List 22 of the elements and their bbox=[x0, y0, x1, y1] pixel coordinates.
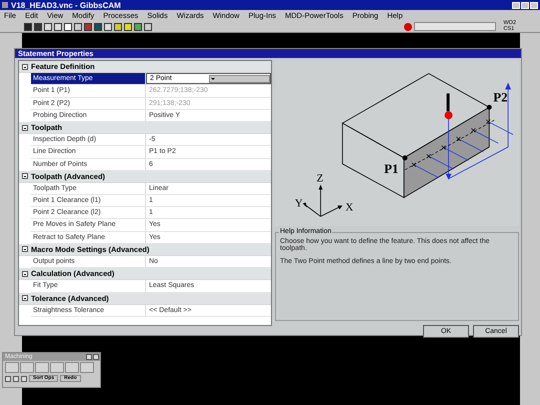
collapse-icon[interactable] bbox=[22, 295, 28, 302]
probe-tip bbox=[444, 111, 453, 120]
minimize-button[interactable] bbox=[86, 354, 92, 360]
collapse-icon[interactable] bbox=[22, 246, 28, 252]
diagram-label: Z bbox=[316, 172, 324, 185]
collapse-icon[interactable] bbox=[22, 270, 28, 277]
diagram-label: P2 bbox=[493, 90, 508, 104]
collapse-icon[interactable] bbox=[22, 64, 28, 70]
close-button[interactable] bbox=[93, 354, 99, 360]
stop-icon[interactable] bbox=[404, 22, 412, 30]
diagram-label: X bbox=[345, 201, 354, 214]
probe-stylus bbox=[446, 93, 450, 112]
window-title: V18_HEAD3.vnc - GibbsCAM bbox=[11, 0, 121, 10]
collapse-icon[interactable] bbox=[22, 124, 28, 131]
restore-button[interactable] bbox=[521, 2, 529, 8]
app-icon bbox=[2, 2, 8, 8]
point-marker bbox=[402, 155, 408, 160]
axis-triad bbox=[302, 184, 342, 217]
collapse-icon[interactable] bbox=[22, 173, 28, 180]
diagram-label: P1 bbox=[384, 162, 398, 176]
point-marker bbox=[486, 104, 492, 110]
diagram-label: Y bbox=[294, 197, 303, 210]
